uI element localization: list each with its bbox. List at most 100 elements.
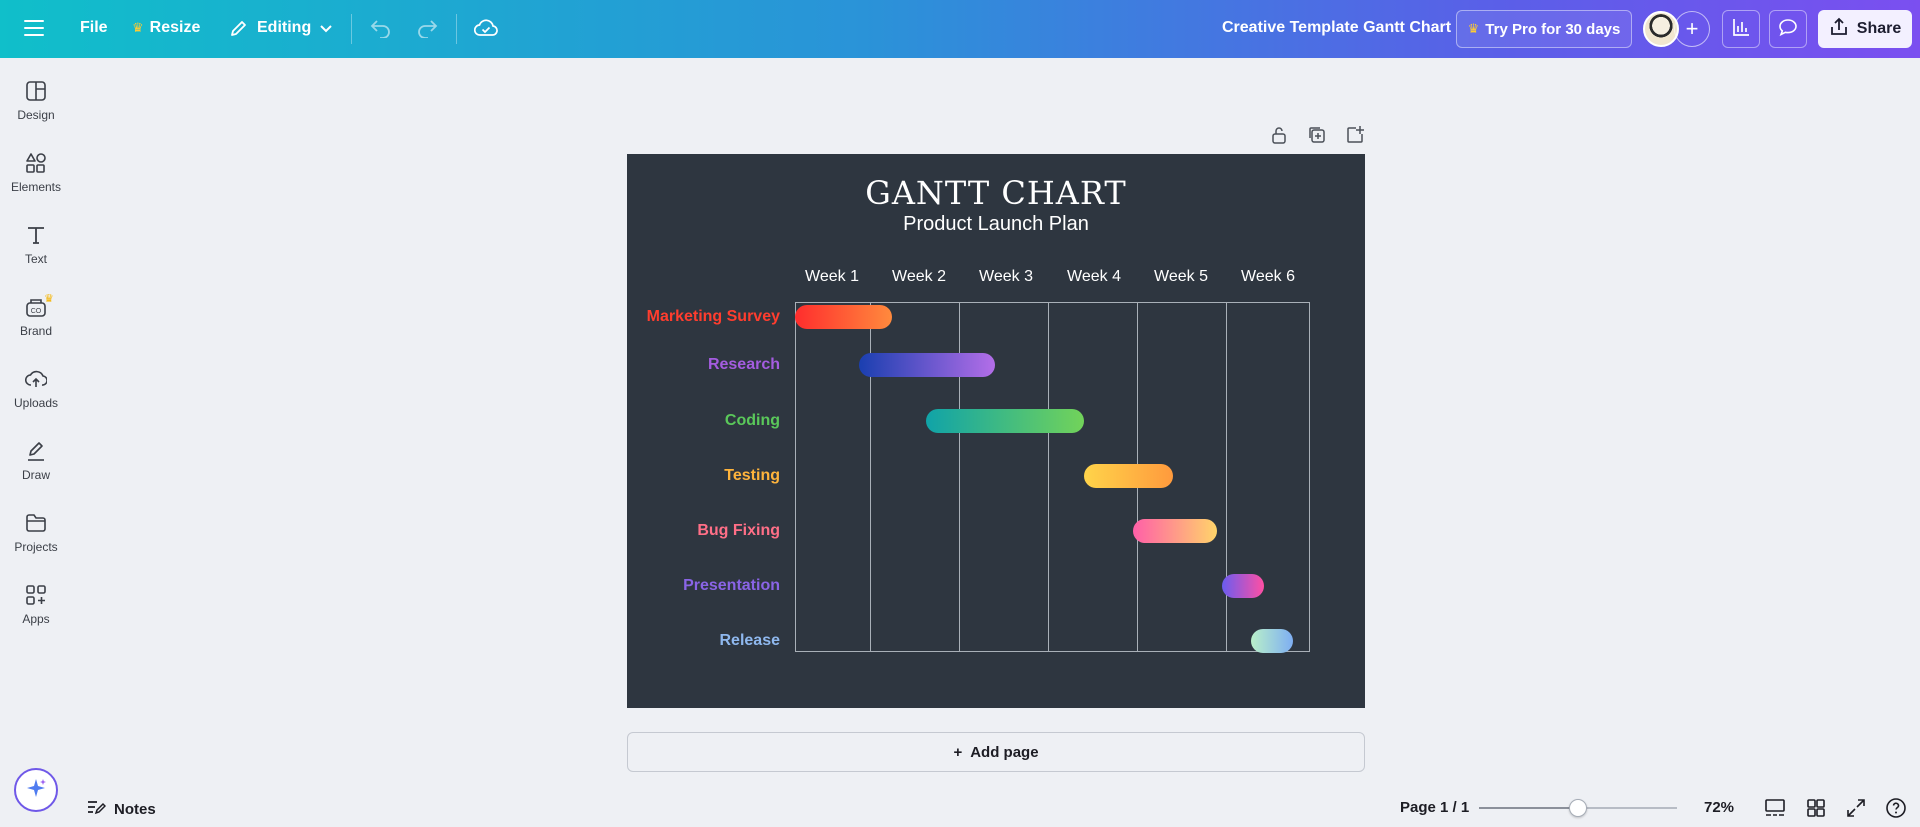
try-pro-button[interactable]: ♛ Try Pro for 30 days — [1456, 10, 1632, 48]
comments-button[interactable] — [1769, 10, 1807, 48]
main-menu-button[interactable] — [24, 19, 44, 37]
task-label: Marketing Survey — [646, 308, 780, 325]
week-header: Week 5 — [1154, 268, 1208, 285]
week-header: Week 6 — [1241, 268, 1295, 285]
bar-chart-icon — [1731, 17, 1751, 42]
pencil-icon — [229, 18, 249, 38]
resize-label: Resize — [149, 19, 201, 36]
magic-assistant-button[interactable] — [14, 768, 58, 812]
zoom-slider[interactable] — [1479, 799, 1677, 817]
try-pro-label: Try Pro for 30 days — [1485, 20, 1621, 38]
cloud-upload-icon — [25, 368, 47, 390]
pen-icon — [25, 440, 47, 462]
sparkle-icon — [25, 777, 47, 804]
sidebar-item-elements[interactable]: Elements — [0, 152, 72, 216]
page-indicator[interactable]: Page 1 / 1 — [1400, 799, 1469, 816]
redo-icon — [416, 18, 438, 38]
week-header: Week 1 — [805, 268, 859, 285]
document-title[interactable]: Creative Template Gantt Chart — [1222, 19, 1451, 37]
add-page-icon[interactable] — [1344, 124, 1366, 146]
editing-mode-dropdown[interactable]: Editing — [229, 18, 333, 38]
share-icon — [1829, 17, 1849, 42]
share-button[interactable]: Share — [1818, 10, 1912, 48]
sidebar-item-draw[interactable]: Draw — [0, 440, 72, 504]
svg-text:CO: CO — [31, 308, 42, 315]
grid-view-icon[interactable] — [1805, 797, 1827, 819]
design-page[interactable]: GANTT CHART Product Launch Plan Week 1 We… — [627, 154, 1365, 708]
hamburger-menu-icon — [24, 19, 44, 37]
undo-button[interactable] — [370, 18, 392, 38]
toolbar-divider — [456, 14, 457, 44]
week-header: Week 3 — [979, 268, 1033, 285]
text-icon — [25, 224, 47, 246]
share-label: Share — [1856, 20, 1902, 37]
task-label: Presentation — [683, 577, 780, 594]
file-menu-label: File — [80, 19, 108, 36]
shapes-icon — [25, 152, 47, 174]
undo-icon — [370, 18, 392, 38]
toolbar-divider — [351, 14, 352, 44]
insights-button[interactable] — [1722, 10, 1760, 48]
add-page-label: Add page — [970, 743, 1039, 761]
task-label: Testing — [724, 467, 780, 484]
folder-icon — [25, 512, 47, 534]
page-view-icon[interactable] — [1764, 797, 1786, 819]
add-page-button[interactable]: + Add page — [627, 732, 1365, 772]
redo-button[interactable] — [416, 18, 438, 38]
notes-button[interactable]: Notes — [86, 798, 156, 820]
sidebar-item-brand[interactable]: ♛ CO Brand — [0, 293, 72, 360]
layout-icon — [25, 80, 47, 102]
grid-line — [1048, 302, 1049, 652]
cloud-check-icon — [474, 18, 498, 38]
gantt-subtitle[interactable]: Product Launch Plan — [627, 213, 1365, 236]
task-bar[interactable] — [1132, 519, 1218, 543]
zoom-slider-handle[interactable] — [1569, 799, 1587, 817]
comment-icon — [1778, 17, 1798, 42]
page-toolbar — [1268, 124, 1366, 146]
sidebar-item-projects[interactable]: Projects — [0, 512, 72, 576]
week-header: Week 4 — [1067, 268, 1121, 285]
crown-icon: ♛ — [44, 293, 54, 305]
notes-label: Notes — [114, 800, 156, 818]
plus-icon: + — [1685, 16, 1699, 41]
crown-icon: ♛ — [1467, 21, 1480, 36]
zoom-level[interactable]: 72% — [1704, 799, 1734, 816]
sidebar-item-label: Brand — [19, 324, 53, 338]
grid-line — [1226, 302, 1227, 652]
sidebar-item-design[interactable]: Design — [0, 80, 72, 144]
task-label: Coding — [724, 412, 780, 429]
save-status-button[interactable] — [474, 18, 498, 38]
sidebar-item-apps[interactable]: Apps — [0, 584, 72, 648]
task-label: Research — [707, 356, 780, 373]
lock-icon[interactable] — [1268, 124, 1290, 146]
fullscreen-icon[interactable] — [1845, 797, 1867, 819]
sidebar-item-label: Design — [17, 108, 55, 122]
editing-label: Editing — [257, 19, 312, 36]
sidebar-item-label: Uploads — [13, 396, 59, 410]
task-bar[interactable] — [1251, 629, 1294, 653]
left-sidebar: Design Elements Text ♛ CO Brand Uploads … — [0, 58, 72, 827]
crown-icon: ♛ — [132, 20, 144, 35]
sidebar-item-label: Apps — [22, 612, 50, 626]
task-label: Bug Fixing — [697, 522, 780, 539]
gantt-title[interactable]: GANTT CHART — [627, 174, 1365, 212]
zoom-slider-fill — [1479, 807, 1578, 809]
sidebar-item-label: Projects — [14, 540, 58, 554]
week-header: Week 2 — [892, 268, 946, 285]
help-icon[interactable] — [1885, 797, 1907, 819]
sidebar-item-text[interactable]: Text — [0, 224, 72, 288]
plus-icon: + — [953, 743, 963, 761]
resize-button[interactable]: ♛ Resize — [132, 19, 200, 37]
sidebar-item-label: Elements — [10, 180, 62, 194]
task-bar[interactable] — [795, 305, 893, 329]
task-bar[interactable] — [926, 409, 1084, 433]
sidebar-item-uploads[interactable]: Uploads — [0, 368, 72, 432]
file-menu-button[interactable]: File — [80, 19, 108, 37]
sidebar-item-label: Draw — [21, 468, 50, 482]
task-bar[interactable] — [1083, 464, 1173, 488]
task-bar[interactable] — [858, 353, 995, 377]
add-collaborator-button[interactable]: + — [1674, 11, 1710, 47]
duplicate-page-icon[interactable] — [1306, 124, 1328, 146]
notes-icon — [86, 798, 107, 820]
task-bar[interactable] — [1221, 574, 1264, 598]
